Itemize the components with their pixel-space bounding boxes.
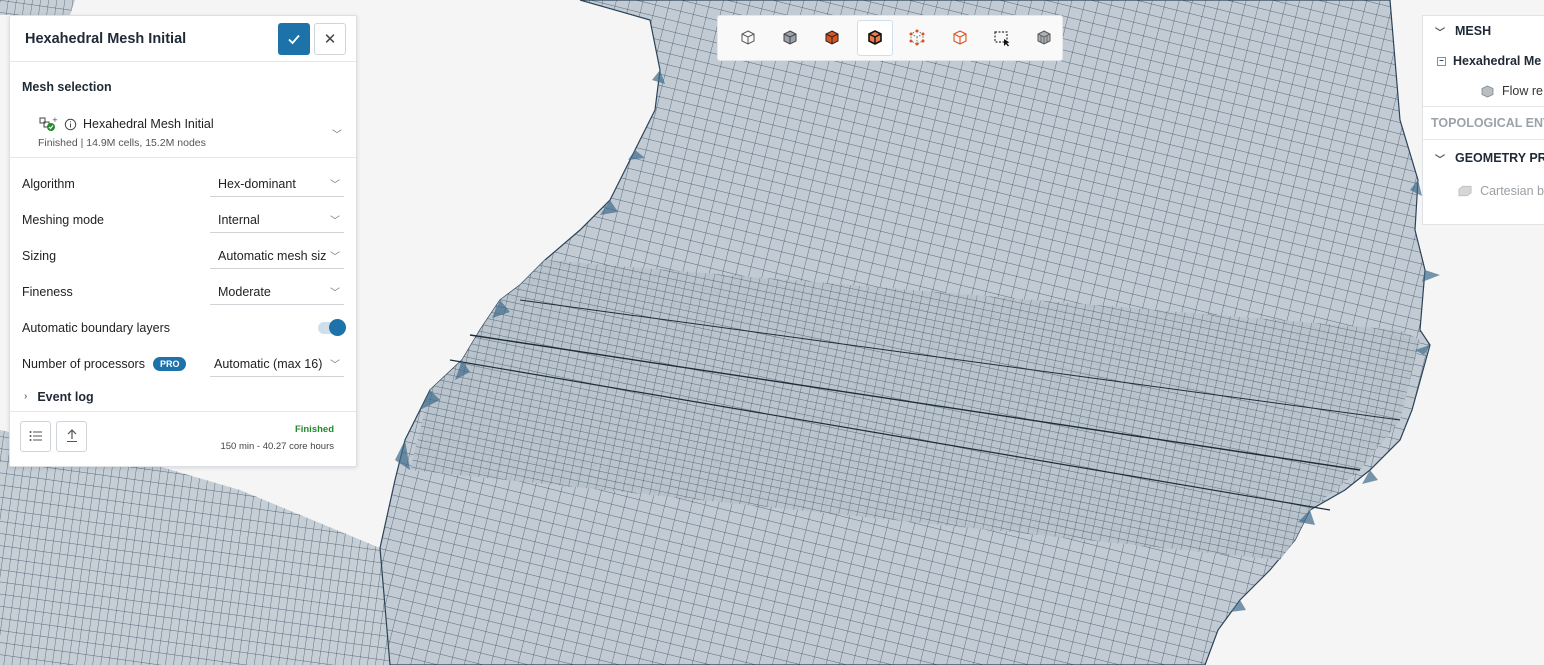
tree-mesh-item-label: Hexahedral Me: [1453, 54, 1542, 68]
mesh-properties-panel: Hexahedral Mesh Initial ✕ Mesh selection…: [9, 15, 357, 467]
chevron-right-icon: ›: [24, 391, 28, 402]
box-primitive-icon: [1458, 185, 1472, 197]
cube-orange-solid-icon: [825, 30, 839, 45]
cube-hidden-icon: [1037, 30, 1051, 45]
close-button[interactable]: ✕: [314, 22, 346, 55]
tree-mesh-header[interactable]: ﹀ MESH: [1423, 16, 1544, 46]
sizing-label: Sizing: [22, 249, 57, 263]
algorithm-row: Algorithm Hex-dominant ﹀: [10, 166, 356, 202]
algorithm-label: Algorithm: [22, 177, 75, 191]
run-time: 150 min - 40.27 core hours: [220, 441, 334, 452]
algorithm-value: Hex-dominant: [218, 176, 296, 191]
box-select-icon: [994, 31, 1010, 47]
fineness-select[interactable]: Moderate ﹀: [210, 279, 344, 305]
meshing-mode-label: Meshing mode: [22, 213, 104, 227]
panel-header: Hexahedral Mesh Initial ✕: [10, 16, 356, 62]
processors-row: Number of processors PRO Automatic (max …: [10, 346, 356, 382]
event-log-toggle[interactable]: › Event log: [10, 382, 356, 412]
confirm-button[interactable]: [278, 22, 310, 55]
tree-topological-header[interactable]: TOPOLOGICAL ENT: [1423, 106, 1544, 140]
view-orange-outline-button[interactable]: [942, 20, 977, 56]
volume-icon: [1481, 85, 1494, 97]
chevron-down-icon: ﹀: [330, 216, 340, 227]
view-vertices-button[interactable]: [900, 20, 935, 56]
view-orange-edges-button[interactable]: [857, 20, 893, 56]
fineness-value: Moderate: [218, 284, 271, 299]
collapse-icon: –: [1437, 56, 1446, 66]
mesh-finished-icon: +: [39, 116, 58, 131]
mesh-selection-dropdown[interactable]: + Hexahedral Mesh Initial Finished | 14.…: [10, 108, 356, 158]
processors-label-wrap: Number of processors PRO: [22, 357, 210, 371]
chevron-down-icon: ﹀: [1435, 27, 1445, 39]
status-text: Finished: [294, 424, 334, 435]
meshing-mode-select[interactable]: Internal ﹀: [210, 207, 344, 233]
info-icon: [64, 118, 77, 130]
check-icon: [288, 34, 300, 44]
sizing-select[interactable]: Automatic mesh siz ﹀: [210, 243, 344, 269]
cube-orange-outline-icon: [953, 30, 967, 45]
simulation-tree: ﹀ MESH – Hexahedral Me Flow re TOPOLOGIC…: [1422, 15, 1544, 225]
view-solid-button[interactable]: [772, 20, 807, 56]
tree-topological-label: TOPOLOGICAL ENT: [1431, 116, 1544, 130]
boundary-layers-label: Automatic boundary layers: [22, 321, 170, 335]
panel-footer: Finished 150 min - 40.27 core hours: [10, 412, 356, 460]
boundary-layers-row: Automatic boundary layers: [10, 310, 356, 346]
processors-value: Automatic (max 16): [214, 356, 323, 371]
cube-vertices-icon: [909, 29, 925, 46]
cube-orange-edges-icon: [868, 30, 882, 45]
cube-outline-icon: [741, 30, 755, 45]
panel-title: Hexahedral Mesh Initial: [25, 30, 187, 47]
hidden-cube-button[interactable]: [1027, 20, 1062, 56]
tree-mesh-label: MESH: [1455, 24, 1492, 38]
pro-badge: PRO: [152, 357, 187, 371]
mesh-status: Finished 150 min - 40.27 core hours: [220, 424, 334, 452]
chevron-down-icon: ﹀: [330, 180, 340, 191]
list-button[interactable]: [20, 420, 51, 452]
cube-solid-icon: [783, 30, 797, 45]
chevron-down-icon: ﹀: [330, 252, 340, 263]
tree-mesh-item[interactable]: – Hexahedral Me: [1423, 46, 1544, 76]
fineness-label: Fineness: [22, 285, 73, 299]
tree-flow-region-label: Flow re: [1502, 84, 1543, 98]
chevron-down-icon: ﹀: [330, 288, 340, 299]
list-icon: [29, 431, 42, 441]
tree-geometry-header[interactable]: ﹀ GEOMETRY PR: [1423, 140, 1544, 176]
tree-geometry-label: GEOMETRY PR: [1455, 151, 1544, 165]
event-log-label: Event log: [37, 389, 94, 404]
chevron-down-icon: ﹀: [1435, 154, 1445, 166]
chevron-down-icon: ﹀: [332, 130, 342, 141]
box-select-button[interactable]: [984, 20, 1019, 56]
algorithm-select[interactable]: Hex-dominant ﹀: [210, 171, 344, 197]
tree-flow-region[interactable]: Flow re: [1423, 76, 1544, 106]
tree-geometry-item-label: Cartesian b: [1480, 184, 1544, 198]
meshing-mode-row: Meshing mode Internal ﹀: [10, 202, 356, 238]
viewport-toolbar: [717, 15, 1063, 61]
close-icon: ✕: [323, 30, 337, 48]
toggle-knob: [329, 319, 346, 336]
sizing-row: Sizing Automatic mesh siz ﹀: [10, 238, 356, 274]
export-button[interactable]: [56, 420, 87, 452]
tree-geometry-item[interactable]: Cartesian b: [1423, 176, 1544, 206]
sizing-value: Automatic mesh siz: [218, 248, 327, 263]
meshing-mode-value: Internal: [218, 212, 260, 227]
selected-mesh-info: Finished | 14.9M cells, 15.2M nodes: [38, 137, 206, 149]
processors-select[interactable]: Automatic (max 16) ﹀: [210, 351, 344, 377]
view-surface-button[interactable]: [730, 20, 765, 56]
mesh-selection-label: Mesh selection: [22, 80, 112, 94]
selected-mesh-name: Hexahedral Mesh Initial: [83, 117, 214, 131]
chevron-down-icon: ﹀: [330, 360, 340, 371]
boundary-layers-toggle[interactable]: [318, 319, 346, 336]
svg-text:+: +: [52, 116, 58, 124]
upload-icon: [66, 429, 77, 442]
processors-label: Number of processors: [22, 357, 145, 371]
fineness-row: Fineness Moderate ﹀: [10, 274, 356, 310]
view-orange-solid-button[interactable]: [815, 20, 850, 56]
